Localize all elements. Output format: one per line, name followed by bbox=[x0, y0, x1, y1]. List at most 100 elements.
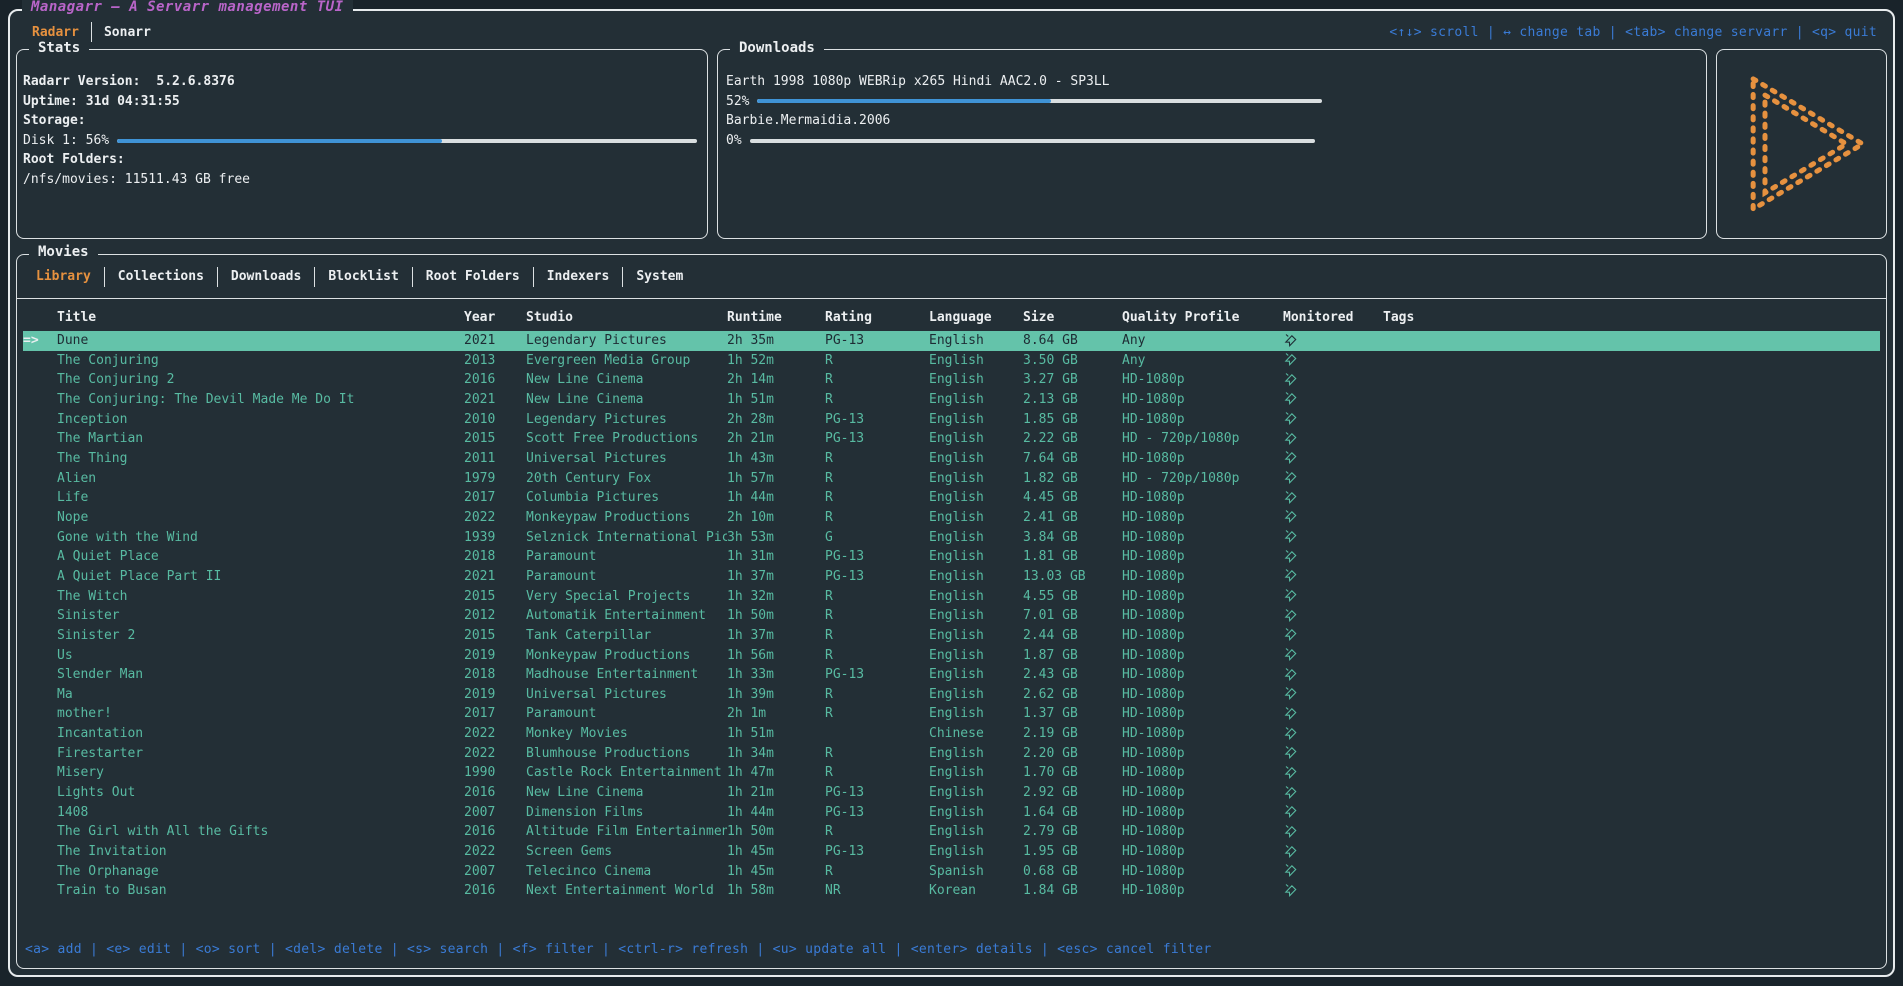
column-header-quality-profile[interactable]: Quality Profile bbox=[1122, 303, 1283, 331]
cell-studio: Scott Free Productions bbox=[526, 429, 727, 449]
cell-rating: R bbox=[825, 626, 929, 646]
cell-quality-profile: HD-1080p bbox=[1122, 606, 1283, 626]
table-row[interactable]: =>Dune2021Legendary Pictures2h 35mPG-13E… bbox=[23, 331, 1880, 351]
column-header-rating[interactable]: Rating bbox=[825, 303, 929, 331]
tab-sonarr[interactable]: Sonarr bbox=[92, 25, 163, 40]
cell-rating: NR bbox=[825, 881, 929, 901]
cell-monitored bbox=[1283, 429, 1383, 449]
tab-system[interactable]: System bbox=[623, 269, 696, 284]
table-row[interactable]: The Conjuring: The Devil Made Me Do It20… bbox=[23, 390, 1880, 410]
cell-rating: PG-13 bbox=[825, 429, 929, 449]
cell-studio: Telecinco Cinema bbox=[526, 862, 727, 882]
column-header-size[interactable]: Size bbox=[1023, 303, 1122, 331]
cell-title: The Thing bbox=[57, 449, 464, 469]
column-header-year[interactable]: Year bbox=[464, 303, 526, 331]
cell-monitored bbox=[1283, 587, 1383, 607]
cell-title: The Conjuring: The Devil Made Me Do It bbox=[57, 390, 464, 410]
download-progress-line: 52% bbox=[726, 92, 1696, 112]
column-header-title[interactable]: Title bbox=[57, 303, 464, 331]
cell-year: 2022 bbox=[464, 508, 526, 528]
table-row[interactable]: A Quiet Place Part II2021Paramount1h 37m… bbox=[23, 567, 1880, 587]
tab-downloads[interactable]: Downloads bbox=[218, 269, 314, 284]
table-row[interactable]: Slender Man2018Madhouse Entertainment1h … bbox=[23, 665, 1880, 685]
table-row[interactable]: Sinister 22015Tank Caterpillar1h 37mREng… bbox=[23, 626, 1880, 646]
cell-title: Life bbox=[57, 488, 464, 508]
download-percent: 52% bbox=[726, 92, 749, 112]
table-row[interactable]: The Conjuring 22016New Line Cinema2h 14m… bbox=[23, 370, 1880, 390]
cell-language: English bbox=[929, 429, 1023, 449]
table-row[interactable]: Incantation2022Monkey Movies1h 51mChines… bbox=[23, 724, 1880, 744]
cell-size: 2.79 GB bbox=[1023, 822, 1122, 842]
cell-runtime: 2h 1m bbox=[727, 704, 825, 724]
cell-rating: R bbox=[825, 351, 929, 371]
tab-library[interactable]: Library bbox=[23, 269, 104, 284]
table-row[interactable]: Misery1990Castle Rock Entertainment1h 47… bbox=[23, 763, 1880, 783]
column-header-language[interactable]: Language bbox=[929, 303, 1023, 331]
cell-rating: PG-13 bbox=[825, 783, 929, 803]
cell-title: The Conjuring 2 bbox=[57, 370, 464, 390]
tab-indexers[interactable]: Indexers bbox=[534, 269, 623, 284]
table-row[interactable]: Gone with the Wind1939Selznick Internati… bbox=[23, 528, 1880, 548]
cell-year: 2010 bbox=[464, 410, 526, 430]
download-progress-gauge bbox=[757, 99, 1322, 103]
table-row[interactable]: Nope2022Monkeypaw Productions2h 10mREngl… bbox=[23, 508, 1880, 528]
table-row[interactable]: The Martian2015Scott Free Productions2h … bbox=[23, 429, 1880, 449]
tab-collections[interactable]: Collections bbox=[105, 269, 217, 284]
cell-quality-profile: HD-1080p bbox=[1122, 567, 1283, 587]
cell-monitored bbox=[1283, 822, 1383, 842]
table-row[interactable]: A Quiet Place2018Paramount1h 31mPG-13Eng… bbox=[23, 547, 1880, 567]
cell-language: English bbox=[929, 390, 1023, 410]
table-row[interactable]: Lights Out2016New Line Cinema1h 21mPG-13… bbox=[23, 783, 1880, 803]
cell-language: English bbox=[929, 508, 1023, 528]
cell-language: Chinese bbox=[929, 724, 1023, 744]
cell-tags bbox=[1383, 724, 1880, 744]
cell-monitored bbox=[1283, 449, 1383, 469]
table-row[interactable]: The Witch2015Very Special Projects1h 32m… bbox=[23, 587, 1880, 607]
column-header-monitored[interactable]: Monitored bbox=[1283, 303, 1383, 331]
table-row[interactable]: Alien197920th Century Fox1h 57mREnglish1… bbox=[23, 469, 1880, 489]
cell-studio: Next Entertainment World bbox=[526, 881, 727, 901]
cell-monitored bbox=[1283, 488, 1383, 508]
table-row[interactable]: The Thing2011Universal Pictures1h 43mREn… bbox=[23, 449, 1880, 469]
root-folders-label: Root Folders: bbox=[23, 150, 697, 170]
cell-year: 2012 bbox=[464, 606, 526, 626]
cell-runtime: 1h 52m bbox=[727, 351, 825, 371]
table-row[interactable]: Us2019Monkeypaw Productions1h 56mREnglis… bbox=[23, 646, 1880, 666]
tab-radarr[interactable]: Radarr bbox=[20, 25, 91, 40]
table-row[interactable]: The Invitation2022Screen Gems1h 45mPG-13… bbox=[23, 842, 1880, 862]
cell-quality-profile: HD-1080p bbox=[1122, 744, 1283, 764]
cell-size: 1.87 GB bbox=[1023, 646, 1122, 666]
cell-runtime: 1h 32m bbox=[727, 587, 825, 607]
disk-usage-label: Disk 1: 56% bbox=[23, 131, 109, 151]
table-row[interactable]: Ma2019Universal Pictures1h 39mREnglish2.… bbox=[23, 685, 1880, 705]
table-row[interactable]: Inception2010Legendary Pictures2h 28mPG-… bbox=[23, 410, 1880, 430]
cell-monitored bbox=[1283, 763, 1383, 783]
table-row[interactable]: 14082007Dimension Films1h 44mPG-13Englis… bbox=[23, 803, 1880, 823]
table-row[interactable]: mother!2017Paramount2h 1mREnglish1.37 GB… bbox=[23, 704, 1880, 724]
tab-root-folders[interactable]: Root Folders bbox=[413, 269, 533, 284]
table-row[interactable]: Life2017Columbia Pictures1h 44mREnglish4… bbox=[23, 488, 1880, 508]
cell-language: English bbox=[929, 351, 1023, 371]
column-header-runtime[interactable]: Runtime bbox=[727, 303, 825, 331]
column-header-tags[interactable]: Tags bbox=[1383, 303, 1880, 331]
monitored-bookmark-icon bbox=[1283, 390, 1298, 406]
cell-tags bbox=[1383, 390, 1880, 410]
cell-runtime: 3h 53m bbox=[727, 528, 825, 548]
column-header-studio[interactable]: Studio bbox=[526, 303, 727, 331]
table-row[interactable]: Firestarter2022Blumhouse Productions1h 3… bbox=[23, 744, 1880, 764]
cell-size: 2.92 GB bbox=[1023, 783, 1122, 803]
downloads-panel: Downloads Earth 1998 1080p WEBRip x265 H… bbox=[717, 49, 1707, 239]
tab-blocklist[interactable]: Blocklist bbox=[315, 269, 411, 284]
table-row[interactable]: Sinister2012Automatik Entertainment1h 50… bbox=[23, 606, 1880, 626]
cell-monitored bbox=[1283, 528, 1383, 548]
selection-prefix bbox=[23, 724, 57, 744]
table-row[interactable]: The Conjuring2013Evergreen Media Group1h… bbox=[23, 351, 1880, 371]
selection-prefix bbox=[23, 783, 57, 803]
table-row[interactable]: Train to Busan2016Next Entertainment Wor… bbox=[23, 881, 1880, 901]
table-row[interactable]: The Orphanage2007Telecinco Cinema1h 45mR… bbox=[23, 862, 1880, 882]
cell-runtime: 1h 45m bbox=[727, 842, 825, 862]
cell-rating: R bbox=[825, 370, 929, 390]
cell-title: Ma bbox=[57, 685, 464, 705]
table-row[interactable]: The Girl with All the Gifts2016Altitude … bbox=[23, 822, 1880, 842]
cell-rating: R bbox=[825, 704, 929, 724]
